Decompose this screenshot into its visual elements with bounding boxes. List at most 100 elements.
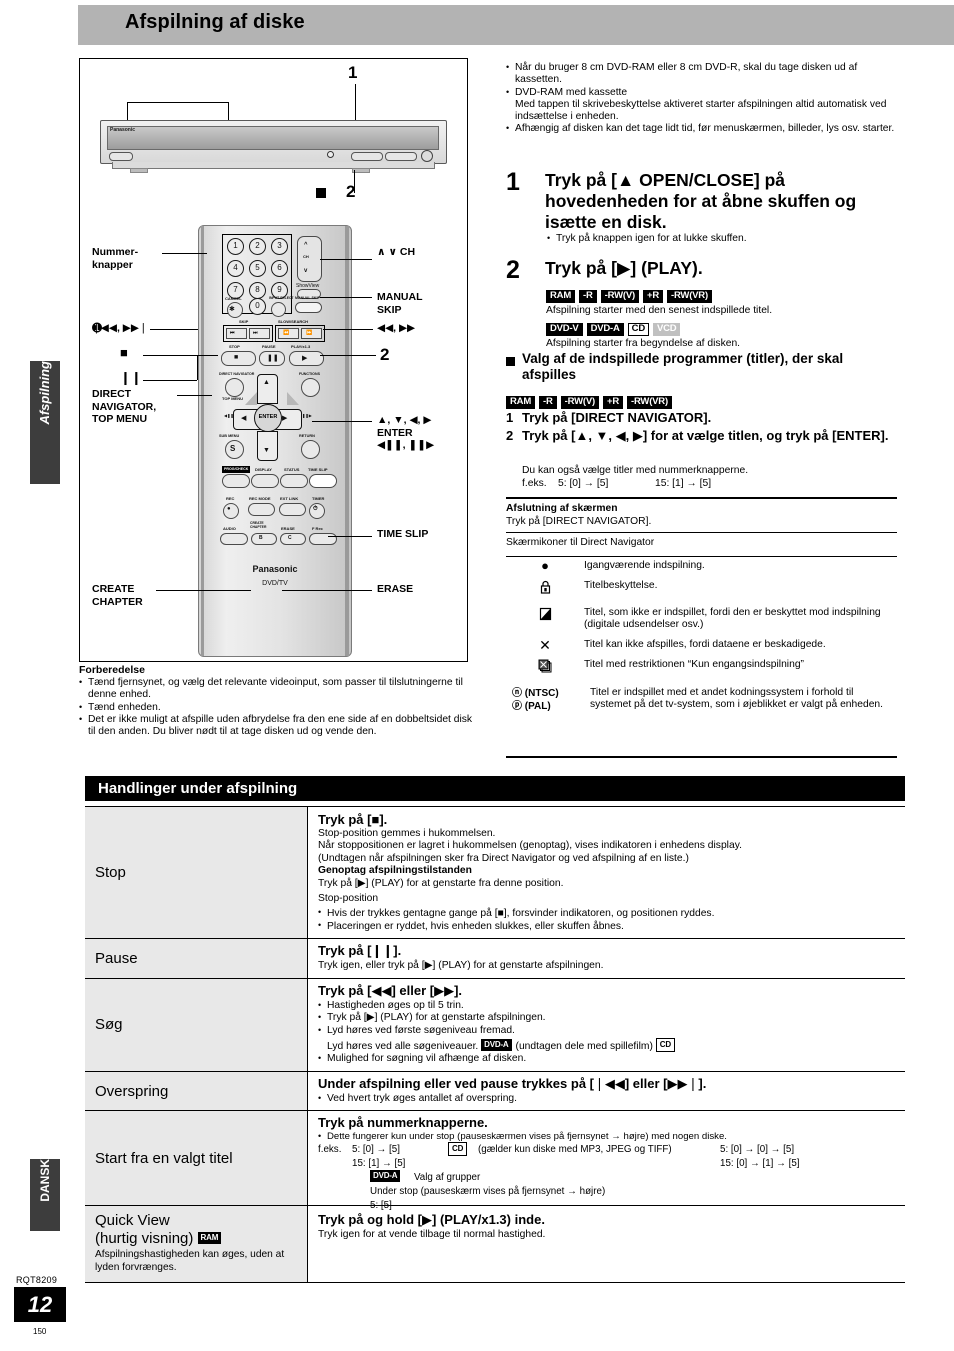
display-button[interactable] bbox=[251, 474, 279, 488]
f-rec-button[interactable] bbox=[309, 533, 337, 545]
row-line: Tryk igen for at vende tilbage til norma… bbox=[318, 1229, 546, 1241]
enter-button[interactable]: ENTER bbox=[254, 404, 282, 432]
remote-key-8[interactable]: 8 bbox=[249, 282, 266, 299]
return-button[interactable] bbox=[301, 440, 320, 459]
select-step-1-text: Tryk på [DIRECT NAVIGATOR]. bbox=[522, 410, 712, 425]
step-1-number: 1 bbox=[506, 168, 520, 196]
page-number-badge: 12 bbox=[14, 1287, 66, 1322]
leader-pause-v bbox=[197, 355, 199, 380]
disc-tag-dvda: DVD-A bbox=[586, 323, 624, 336]
bullet-icon: • bbox=[318, 1131, 322, 1142]
leader-search bbox=[323, 329, 373, 331]
remote-key-2[interactable]: 2 bbox=[249, 238, 266, 255]
manual-skip-button[interactable] bbox=[295, 302, 322, 313]
figure-callout-2b: 2 bbox=[380, 345, 390, 364]
row-bullet: • Placeringen er ryddet, hvis enheden slu… bbox=[318, 920, 899, 933]
device-power-button bbox=[109, 152, 133, 161]
legend-text: Titel med restriktionen “Kun engangsinds… bbox=[584, 659, 804, 671]
remote-key-3[interactable]: 3 bbox=[271, 238, 288, 255]
bullet-icon: • bbox=[318, 1053, 322, 1064]
device-open-close-button[interactable] bbox=[327, 151, 334, 158]
select-step-1-number: 1 bbox=[506, 410, 514, 425]
divider bbox=[506, 532, 897, 533]
status-button[interactable] bbox=[280, 474, 308, 488]
leader-cursor bbox=[312, 421, 372, 423]
sub-menu-label: SUB MENU bbox=[219, 434, 240, 438]
display-label: DISPLAY bbox=[255, 467, 272, 472]
device-stop-button[interactable] bbox=[351, 152, 383, 161]
channel-rocker[interactable] bbox=[297, 236, 322, 282]
disc-tag-r: -R bbox=[539, 396, 557, 409]
tray-bracket-left bbox=[127, 102, 129, 120]
label-pause-symbol: ❙❙ bbox=[120, 370, 142, 385]
remote-key-5[interactable]: 5 bbox=[249, 260, 266, 277]
dpad-down-button[interactable] bbox=[257, 431, 278, 461]
disc-tag-ram: RAM bbox=[197, 1232, 222, 1245]
direct-navigator-icon-legend: ● Igangværende indspilning. Titelbeskytt… bbox=[506, 559, 896, 721]
row-content-cell: Tryk på og hold [▶] (PLAY/x1.3) inde. Tr… bbox=[308, 1206, 905, 1282]
remote-type-label: DVD/TV bbox=[262, 580, 288, 587]
audio-button[interactable] bbox=[220, 533, 248, 545]
remote-key-1[interactable]: 1 bbox=[227, 238, 244, 255]
disc-tag-r: -R bbox=[579, 290, 597, 303]
f-rec-label: F Rec bbox=[312, 526, 323, 531]
table-row: Quick View (hurtig visning) RAM Afspilni… bbox=[85, 1205, 905, 1283]
direct-navigator-label: DIRECT NAVIGATOR bbox=[219, 372, 255, 376]
device-play-button[interactable] bbox=[385, 152, 417, 161]
device-jog-dial[interactable] bbox=[421, 150, 433, 162]
device-base bbox=[112, 162, 435, 169]
select-section-note: Du kan også vælge titler med nummerknapp… bbox=[522, 465, 749, 476]
leader-callout-2b bbox=[320, 355, 376, 357]
time-slip-label: TIME SLIP bbox=[308, 467, 328, 472]
row-bullet: • Hastigheden øges op til 5 trin. bbox=[318, 1000, 899, 1013]
fast-forward-icon: ⏩ bbox=[306, 330, 313, 336]
rec-button[interactable] bbox=[223, 503, 239, 519]
sidebar-tab-language: DANSK bbox=[30, 1159, 60, 1231]
row-bullet: • Lyd høres ved første søgeniveau fremad. bbox=[318, 1025, 899, 1038]
remote-key-6[interactable]: 6 bbox=[271, 260, 288, 277]
row-content-cell: Tryk på [◀◀] eller [▶▶]. • Hastigheden øg… bbox=[308, 979, 905, 1071]
step-1-heading: Tryk på [▲ OPEN/CLOSE] på hovedenheden f… bbox=[545, 170, 857, 232]
disc-tag-dvda: DVD-A bbox=[481, 1038, 512, 1051]
input-select-button[interactable] bbox=[271, 302, 286, 317]
intro-note: DVD-RAM med kassette Med tappen til skri… bbox=[506, 86, 896, 124]
front-panel-device: Panasonic bbox=[100, 120, 447, 173]
row-extra-line: Lyd høres ved alle søgeniveauer. DVD-A (u… bbox=[318, 1037, 899, 1054]
example-label: f.eks. bbox=[318, 1144, 342, 1156]
erase-button[interactable] bbox=[280, 533, 306, 545]
disc-tag-plusr: +R bbox=[602, 396, 623, 409]
row-heading: Tryk på [◀◀] eller [▶▶]. bbox=[318, 982, 463, 998]
step-2-tags-a: RAM -R -RW(V) +R -RW(VR) bbox=[546, 287, 716, 305]
rec-mode-button[interactable] bbox=[248, 503, 275, 516]
row-label-secondary-text: (hurtig visning) bbox=[95, 1230, 194, 1248]
step-1-note: • Tryk på knappen igen for at lukke skuf… bbox=[547, 233, 906, 245]
time-slip-button[interactable] bbox=[309, 474, 337, 488]
stop-button[interactable] bbox=[221, 351, 256, 366]
remote-key-4[interactable]: 4 bbox=[227, 260, 244, 277]
disc-tag-dvdv: DVD-V bbox=[546, 323, 583, 336]
prog-check-button[interactable] bbox=[222, 474, 250, 488]
select-example-2: 15: [1] → [5] bbox=[655, 478, 712, 489]
remote-key-0[interactable]: 0 bbox=[249, 298, 266, 315]
slow-left-icon: ◀❚❚ bbox=[224, 413, 234, 418]
row-bold-line: Genoptag afspilningstilstanden bbox=[318, 865, 472, 877]
intro-note: Afhængig af disken kan det tage lidt tid… bbox=[506, 122, 896, 135]
tray-bracket-top bbox=[127, 102, 229, 104]
step-2-text-a: Afspilning starter med den senest indspi… bbox=[546, 305, 773, 316]
row-bullet-text: Dette fungerer kun under stop (pauseskær… bbox=[327, 1131, 727, 1143]
leader-direct-navigator bbox=[177, 395, 212, 397]
exit-section-text: Tryk på [DIRECT NAVIGATOR]. bbox=[506, 516, 652, 527]
create-chapter-label: CREATE CHAPTER bbox=[250, 521, 267, 529]
disc-tag-rwv: -RW(V) bbox=[600, 290, 639, 303]
dpad-up-icon: ▲ bbox=[263, 379, 270, 386]
page-title: Afspilning af diske bbox=[125, 11, 305, 33]
create-chapter-button[interactable] bbox=[251, 533, 277, 545]
ext-link-button[interactable] bbox=[279, 503, 306, 516]
row-bullet: • Mulighed for søgning vil afhænge af dis… bbox=[318, 1053, 899, 1066]
functions-button[interactable] bbox=[301, 378, 320, 397]
row-content-cell: Tryk på [❙❙]. Tryk igen, eller tryk på [… bbox=[308, 939, 905, 977]
direct-navigator-button[interactable] bbox=[225, 378, 244, 397]
disc-tag-rwv: -RW(V) bbox=[560, 396, 599, 409]
example-cd-text: (gælder kun diske med MP3, JPEG og TIFF) bbox=[478, 1144, 672, 1156]
bullet-icon: • bbox=[318, 1025, 322, 1036]
